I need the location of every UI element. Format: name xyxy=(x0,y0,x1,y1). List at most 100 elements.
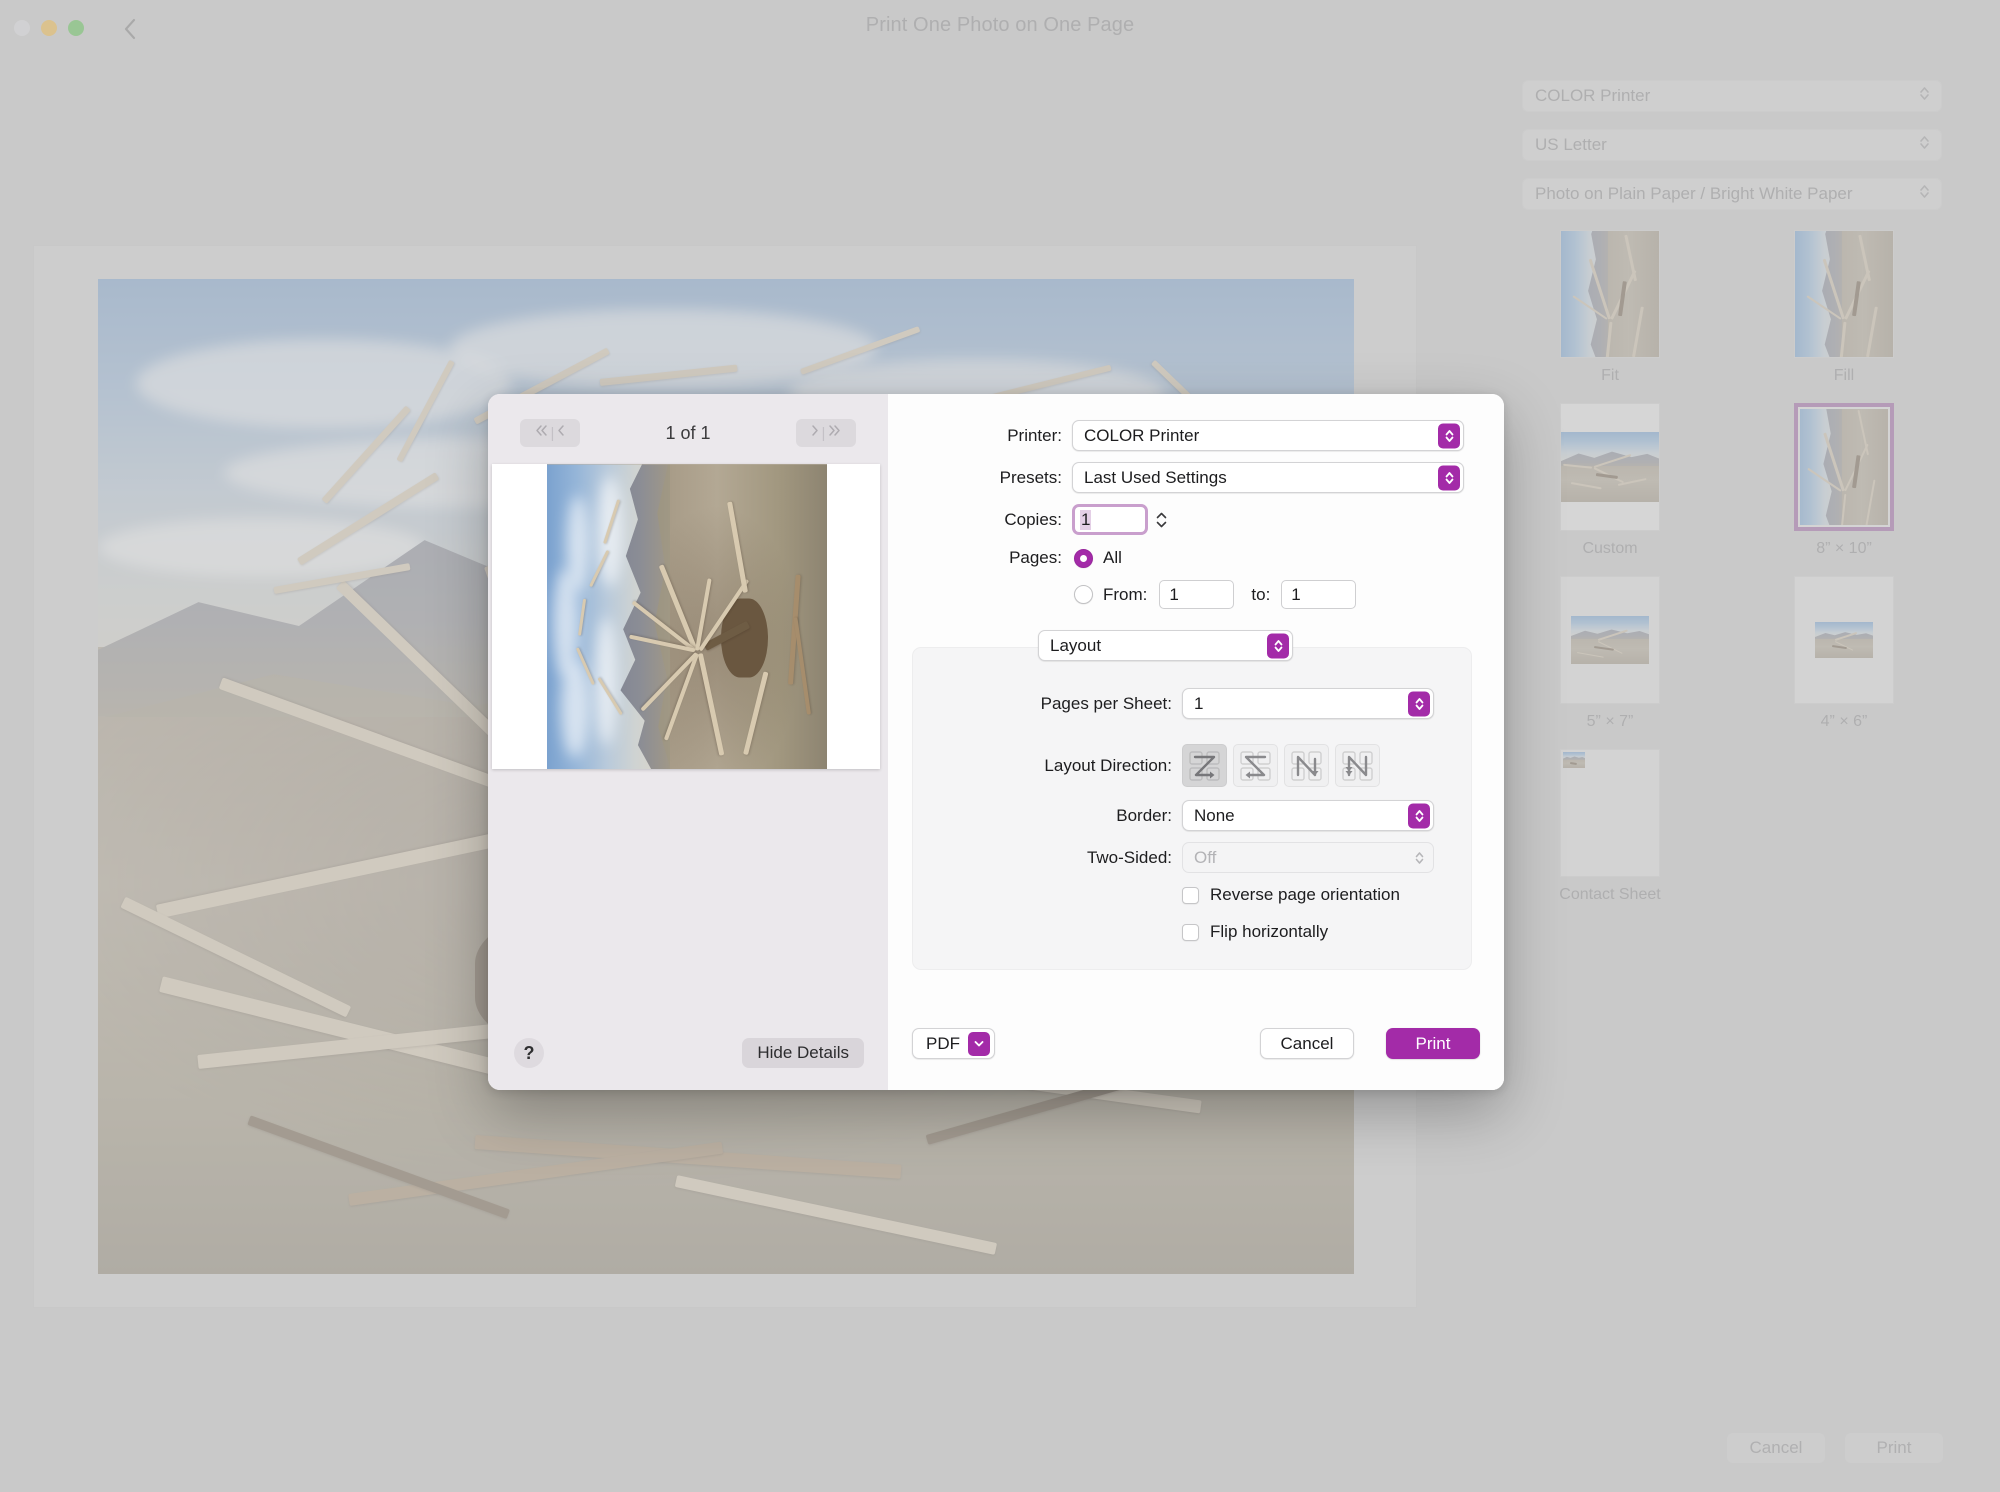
paper-type-select[interactable]: Photo on Plain Paper / Bright White Pape… xyxy=(1522,178,1942,210)
print-button[interactable]: Print xyxy=(1386,1028,1480,1059)
layout-section-popup[interactable]: Layout xyxy=(1038,630,1293,661)
printer-popup-value: COLOR Printer xyxy=(1084,425,1200,445)
preset-thumbnail xyxy=(1560,749,1660,877)
layout-direction-buttons xyxy=(1182,744,1386,787)
chevron-updown-icon xyxy=(1919,134,1930,156)
print-dialog: | 1 of 1 | ? Hide Details Printer: COLOR… xyxy=(488,394,1504,1090)
preset-label: Custom xyxy=(1582,540,1638,557)
paper-type-select-value: Photo on Plain Paper / Bright White Pape… xyxy=(1535,184,1853,203)
layout-direction-z-left-button[interactable] xyxy=(1233,744,1278,787)
pages-range-radio[interactable] xyxy=(1074,585,1093,604)
preset-label: 8” × 10” xyxy=(1816,540,1872,557)
flip-horizontally-label: Flip horizontally xyxy=(1210,922,1329,941)
chevron-updown-icon xyxy=(1919,183,1930,205)
layout-direction-z-left-icon xyxy=(1239,750,1271,781)
preset-contact-sheet[interactable]: Contact Sheet xyxy=(1512,749,1708,904)
preset-row: 5” × 7” 4” × 6” xyxy=(1512,576,1942,731)
layout-direction-n-down-button[interactable] xyxy=(1284,744,1329,787)
reverse-orientation-label: Reverse page orientation xyxy=(1210,885,1400,904)
printer-row: Printer: COLOR Printer xyxy=(912,420,1464,451)
chevron-updown-icon xyxy=(1438,423,1460,448)
window-action-buttons: Cancel Print xyxy=(1726,1432,1944,1464)
chevron-updown-icon xyxy=(1408,845,1430,870)
preset-label: 4” × 6” xyxy=(1820,713,1868,730)
printer-select-value: COLOR Printer xyxy=(1535,86,1651,105)
copies-input[interactable]: 1 xyxy=(1072,504,1148,535)
layout-section-popup-wrap: Layout xyxy=(1038,630,1293,661)
pages-all-row: Pages: All xyxy=(912,548,1122,568)
nav-separator: | xyxy=(821,424,826,442)
layout-section-value: Layout xyxy=(1050,635,1102,655)
pages-per-sheet-label: Pages per Sheet: xyxy=(1040,693,1172,713)
preset-row: Contact Sheet xyxy=(1512,749,1942,904)
pages-to-value: 1 xyxy=(1291,584,1301,604)
two-sided-label: Two-Sided: xyxy=(1086,847,1172,867)
window-titlebar: Print One Photo on One Page xyxy=(0,0,2000,56)
printer-popup[interactable]: COLOR Printer xyxy=(1072,420,1464,451)
layout-direction-n-up-button[interactable] xyxy=(1335,744,1380,787)
preset-label: Contact Sheet xyxy=(1559,886,1661,903)
presets-row: Presets: Last Used Settings xyxy=(912,462,1464,493)
preview-photo xyxy=(547,464,827,769)
pages-from-label: From: xyxy=(1103,584,1148,604)
border-label: Border: xyxy=(1116,805,1172,825)
pages-all-label: All xyxy=(1103,548,1122,567)
presets-popup[interactable]: Last Used Settings xyxy=(1072,462,1464,493)
reverse-orientation-checkbox[interactable] xyxy=(1182,886,1199,904)
chevron-updown-icon xyxy=(1267,633,1289,658)
window-cancel-button[interactable]: Cancel xyxy=(1726,1432,1826,1464)
copies-row: Copies: 1 xyxy=(912,504,1168,535)
dialog-action-bar: PDF Cancel Print xyxy=(888,1004,1504,1090)
pages-from-value: 1 xyxy=(1169,584,1179,604)
preset-thumbnail-selected xyxy=(1794,403,1894,531)
preset-fill[interactable]: Fill xyxy=(1746,230,1942,385)
layout-direction-n-down-icon xyxy=(1290,750,1322,781)
copies-stepper[interactable] xyxy=(1155,511,1168,529)
two-sided-value: Off xyxy=(1194,847,1217,867)
preset-label: Fit xyxy=(1601,367,1619,384)
paper-size-select-value: US Letter xyxy=(1535,135,1607,154)
cancel-button[interactable]: Cancel xyxy=(1260,1028,1354,1059)
preset-4x6[interactable]: 4” × 6” xyxy=(1746,576,1942,731)
two-sided-popup: Off xyxy=(1182,842,1434,873)
layout-direction-row: Layout Direction: xyxy=(912,744,1386,787)
paper-size-select[interactable]: US Letter xyxy=(1522,129,1942,161)
chevron-right-icon[interactable] xyxy=(810,423,820,443)
preset-label: Fill xyxy=(1833,367,1855,384)
pdf-button[interactable]: PDF xyxy=(912,1028,995,1059)
layout-direction-z-right-icon xyxy=(1188,750,1220,781)
copies-label: Copies: xyxy=(1004,509,1062,529)
preset-fit[interactable]: Fit xyxy=(1512,230,1708,385)
border-popup[interactable]: None xyxy=(1182,800,1434,831)
pages-all-radio[interactable] xyxy=(1074,548,1093,568)
pages-to-input[interactable]: 1 xyxy=(1281,580,1357,609)
preset-thumbnail xyxy=(1794,230,1894,358)
preset-8x10[interactable]: 8” × 10” xyxy=(1746,403,1942,558)
preview-next-buttons[interactable]: | xyxy=(796,419,856,447)
pages-label: Pages: xyxy=(1009,548,1062,567)
window-print-button[interactable]: Print xyxy=(1844,1432,1944,1464)
page-navigation: | 1 of 1 | xyxy=(488,416,888,450)
preset-5x7[interactable]: 5” × 7” xyxy=(1512,576,1708,731)
flip-horizontally-checkbox[interactable] xyxy=(1182,923,1199,941)
printer-select[interactable]: COLOR Printer xyxy=(1522,80,1942,112)
preset-thumbnail xyxy=(1560,230,1660,358)
preview-page xyxy=(492,464,880,769)
hide-details-button[interactable]: Hide Details xyxy=(742,1038,864,1068)
chevron-updown-icon xyxy=(1438,465,1460,490)
pages-per-sheet-popup[interactable]: 1 xyxy=(1182,688,1434,719)
pages-per-sheet-row: Pages per Sheet: 1 xyxy=(912,688,1434,719)
presets-label: Presets: xyxy=(999,467,1062,487)
print-settings-pane: Printer: COLOR Printer Presets: Last Use… xyxy=(888,394,1504,1090)
double-chevron-right-icon[interactable] xyxy=(827,423,842,443)
two-sided-row: Two-Sided: Off xyxy=(912,842,1434,873)
help-button[interactable]: ? xyxy=(514,1038,544,1068)
print-preview-pane: | 1 of 1 | ? Hide Details xyxy=(488,394,888,1090)
border-value: None xyxy=(1194,805,1235,825)
preset-custom[interactable]: Custom xyxy=(1512,403,1708,558)
chevron-down-icon xyxy=(968,1031,990,1056)
preset-thumbnail xyxy=(1794,576,1894,704)
preset-label: 5” × 7” xyxy=(1586,713,1634,730)
layout-direction-z-right-button[interactable] xyxy=(1182,744,1227,787)
pages-from-input[interactable]: 1 xyxy=(1159,580,1235,609)
